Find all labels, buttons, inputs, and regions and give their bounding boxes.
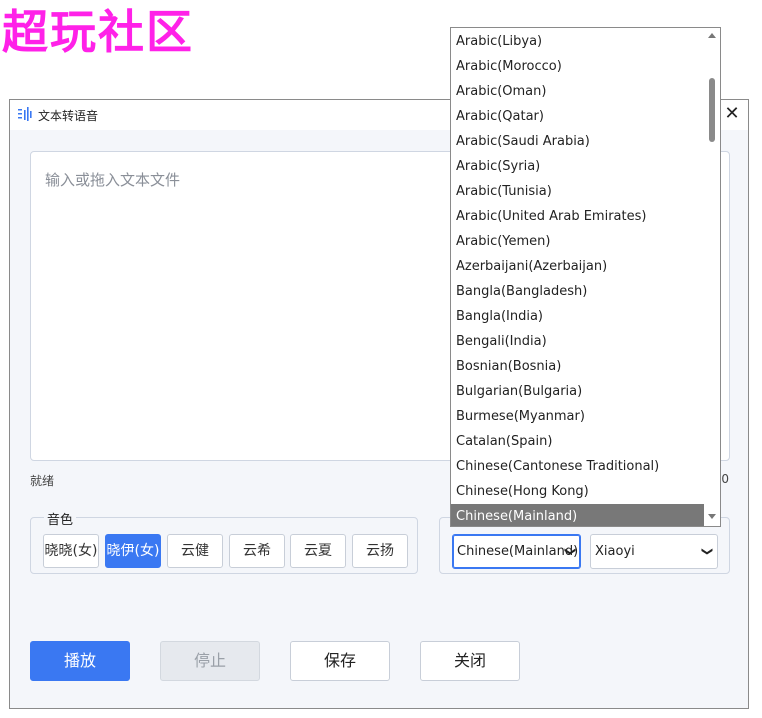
dropdown-option[interactable]: Azerbaijani(Azerbaijan): [451, 254, 705, 279]
dropdown-option[interactable]: Arabic(United Arab Emirates): [451, 204, 705, 229]
audio-wave-icon: [18, 106, 34, 122]
dropdown-options: Arabic(Libya) Arabic(Morocco) Arabic(Oman)…: [451, 29, 705, 526]
save-button[interactable]: 保存: [290, 641, 390, 681]
voice-yunxi-button[interactable]: 云希: [229, 534, 285, 568]
dropdown-option[interactable]: Catalan(Spain): [451, 429, 705, 454]
dropdown-option[interactable]: Chinese(Cantonese Traditional): [451, 454, 705, 479]
dropdown-scrollbar[interactable]: [704, 28, 720, 526]
scroll-down-arrow-icon[interactable]: [708, 514, 716, 519]
language-dropdown-list[interactable]: Arabic(Libya) Arabic(Morocco) Arabic(Oman)…: [450, 27, 721, 527]
dropdown-option[interactable]: Arabic(Libya): [451, 29, 705, 54]
window-title: 文本转语音: [38, 109, 99, 123]
dropdown-option[interactable]: Bangla(Bangladesh): [451, 279, 705, 304]
dropdown-option[interactable]: Arabic(Oman): [451, 79, 705, 104]
dropdown-option[interactable]: Arabic(Morocco): [451, 54, 705, 79]
voice-xiaoyi-button[interactable]: 晓伊(女): [105, 534, 161, 568]
status-text: 就绪: [30, 474, 55, 488]
chevron-down-icon: ❯: [563, 546, 577, 557]
dropdown-option[interactable]: Bengali(India): [451, 329, 705, 354]
dropdown-option[interactable]: Arabic(Yemen): [451, 229, 705, 254]
voice-yunyang-button[interactable]: 云扬: [352, 534, 408, 568]
dropdown-option[interactable]: Arabic(Tunisia): [451, 179, 705, 204]
stop-button[interactable]: 停止: [160, 641, 260, 681]
voice-yunxia-button[interactable]: 云夏: [290, 534, 346, 568]
dropdown-option[interactable]: Bosnian(Bosnia): [451, 354, 705, 379]
play-button[interactable]: 播放: [30, 641, 130, 681]
watermark-logo: 超玩社区: [2, 5, 194, 59]
language-select[interactable]: Chinese(Mainland) ❯: [452, 534, 581, 569]
voice-name-select-value: Xiaoyi: [595, 544, 635, 559]
char-count: 0: [721, 472, 729, 486]
chevron-down-icon: ❯: [700, 546, 714, 557]
voice-yunjian-button[interactable]: 云健: [167, 534, 223, 568]
dropdown-option[interactable]: Arabic(Syria): [451, 154, 705, 179]
close-button[interactable]: 关闭: [420, 641, 520, 681]
voice-group: 音色 晓晓(女) 晓伊(女) 云健 云希 云夏 云扬: [30, 509, 418, 574]
text-input-placeholder: 输入或拖入文本文件: [45, 171, 181, 189]
voice-group-label: 音色: [44, 509, 77, 528]
dropdown-option[interactable]: Bulgarian(Bulgaria): [451, 379, 705, 404]
scroll-up-arrow-icon[interactable]: [708, 33, 716, 38]
close-icon[interactable]: ✕: [720, 103, 744, 127]
voice-name-select[interactable]: Xiaoyi ❯: [590, 534, 718, 569]
dropdown-option[interactable]: Arabic(Saudi Arabia): [451, 129, 705, 154]
dropdown-option[interactable]: Chinese(Mainland): [451, 504, 705, 526]
scrollbar-thumb[interactable]: [709, 78, 715, 142]
voice-xiaoxiao-button[interactable]: 晓晓(女): [43, 534, 99, 568]
dropdown-option[interactable]: Bangla(India): [451, 304, 705, 329]
dropdown-option[interactable]: Arabic(Qatar): [451, 104, 705, 129]
dropdown-option[interactable]: Chinese(Hong Kong): [451, 479, 705, 504]
dropdown-option[interactable]: Burmese(Myanmar): [451, 404, 705, 429]
